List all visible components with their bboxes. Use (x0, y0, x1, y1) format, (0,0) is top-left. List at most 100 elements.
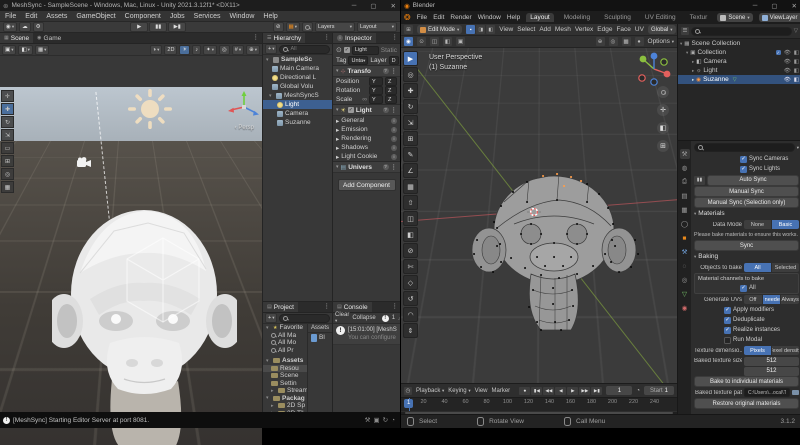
disable-render-icon[interactable]: ◧ (794, 59, 799, 65)
pause-icon[interactable]: ▮▮ (694, 175, 705, 185)
2d-toggle[interactable]: 2D (164, 44, 178, 55)
knife-tool-icon[interactable]: ✄ (403, 259, 418, 274)
grid-snapping-dropdown[interactable]: ▦ ▾ (34, 44, 50, 55)
show-gizmo-icon[interactable]: ⊕ (595, 37, 605, 46)
menu-view[interactable]: View (499, 26, 513, 33)
play-icon[interactable]: ▶ (567, 386, 579, 395)
outliner-suzanne[interactable]: ▸ ◉ Suzanne ▽ 👁 ◧ (678, 75, 800, 84)
output-tab-icon[interactable]: ⎙ (680, 177, 690, 187)
scene-lighting-toggle[interactable]: ☀ (179, 44, 191, 55)
step-button[interactable]: ▶▮ (168, 22, 187, 32)
transform-tool-icon[interactable]: ⊞ (403, 131, 418, 146)
data-mode-none[interactable]: None (744, 220, 771, 229)
menu-services[interactable]: Services (194, 13, 221, 20)
search-button[interactable] (302, 22, 313, 32)
baked-size-y-field[interactable]: 512 (744, 366, 799, 376)
cursor-tool-icon[interactable]: ◎ (403, 67, 418, 82)
dimension-texel-density[interactable]: Texel density (772, 346, 799, 355)
hierarchy-item-directional-light[interactable]: Directional L (263, 73, 332, 82)
outliner-light[interactable]: ▸ ☼ Light 👁 ◧ (678, 66, 800, 75)
hierarchy-item-meshsync-server[interactable]: ▾ MeshSyncS (263, 91, 332, 100)
deduplicate-checkbox[interactable]: ✓ (724, 316, 731, 324)
transform-orientation-dropdown[interactable]: Global ▾ (647, 25, 676, 34)
mode-dropdown[interactable]: Edit Mode ▾ (417, 25, 463, 34)
menu-help[interactable]: Help (263, 13, 277, 20)
hierarchy-item-camera[interactable]: Camera (263, 109, 332, 118)
close-icon[interactable]: ✕ (792, 2, 797, 10)
layer-dropdown[interactable]: D (388, 56, 399, 65)
annotate-tool-icon[interactable]: ✎ (403, 147, 418, 162)
uvs-always[interactable]: Always (781, 295, 799, 304)
loop-cut-tool-icon[interactable]: ⊘ (403, 243, 418, 258)
hierarchy-item-light[interactable]: Light (263, 100, 332, 109)
panel-menu-icon[interactable]: ⋮ (324, 302, 333, 312)
menu-window[interactable]: Window (478, 14, 501, 21)
bake-individual-button[interactable]: Bake to individual materials (694, 376, 799, 387)
timeline-editor-dropdown[interactable]: ◷ (404, 386, 412, 395)
mirror-x-icon[interactable]: ◫ (430, 37, 439, 46)
package-manager-button[interactable]: ▦ ▾ (285, 22, 300, 32)
outliner-camera[interactable]: ▸ ◧ Camera 👁 ◧ (678, 57, 800, 66)
effects-dropdown[interactable]: ✦ ▾ (203, 44, 217, 55)
hide-eye-icon[interactable]: 👁 (784, 59, 791, 65)
xray-toggle-icon[interactable]: ▩ (621, 37, 631, 46)
tab-scene[interactable]: ▦ Scene (0, 33, 34, 43)
menu-uv[interactable]: UV (635, 26, 644, 33)
add-cube-tool-icon[interactable]: ▦ (403, 179, 418, 194)
use-preview-range-icon[interactable]: ◔ (636, 388, 640, 394)
hide-eye-icon[interactable]: 👁 (784, 68, 791, 74)
spin-tool-icon[interactable]: ↺ (403, 291, 418, 306)
tool-handle-rotation-dropdown[interactable]: ◧ ▾ (18, 44, 33, 55)
scale-z-field[interactable]: Z (385, 95, 397, 104)
status-cache-icon[interactable]: ▣ (373, 416, 379, 424)
project-file-item[interactable]: Bl (308, 333, 332, 342)
create-button[interactable]: + ▾ (265, 313, 278, 323)
disable-render-icon[interactable]: ◧ (794, 77, 799, 83)
start-frame-field[interactable]: Start 1 (644, 386, 674, 395)
hierarchy-item-suzanne[interactable]: Suzanne (263, 118, 332, 127)
minimize-icon[interactable]: ─ (352, 2, 357, 9)
object-tab-icon[interactable]: ■ (680, 233, 690, 243)
sync-cameras-checkbox[interactable]: ✓ (740, 155, 747, 163)
maximize-icon[interactable]: ▢ (771, 2, 777, 10)
scene-gizmo-persp-label[interactable]: ‹ Persp (235, 125, 254, 131)
hierarchy-search-input[interactable] (279, 44, 330, 54)
folder-settings[interactable]: Settin (263, 380, 307, 388)
layers-dropdown[interactable]: Layers ▾ (315, 22, 355, 32)
outliner-filter-icon[interactable]: ▽ (794, 28, 798, 34)
panel-menu-icon[interactable]: ⋮ (392, 33, 401, 43)
panel-menu-icon[interactable]: ⋮ (392, 302, 401, 312)
light-section-shadows[interactable]: ▸ Shadows i (333, 143, 400, 152)
grid-visibility-dropdown[interactable]: # ▾ (231, 44, 245, 55)
scale-tool-icon[interactable]: ⇲ (403, 115, 418, 130)
unity-scene-viewport[interactable]: ‹ Persp ✛ ✚ ↻ ⇲ ▭ ⊞ ◎ ▦ (0, 87, 262, 445)
project-search-input[interactable] (279, 313, 330, 323)
current-frame-field[interactable]: 1 (606, 386, 633, 395)
tab-game[interactable]: ◉ Game (33, 33, 65, 43)
status-progress-icon[interactable]: ◔ (391, 417, 395, 424)
services-gear-button[interactable]: ⚙ (32, 22, 44, 32)
menu-gameobject[interactable]: GameObject (76, 13, 115, 20)
light-section-general[interactable]: ▸ General i (333, 116, 400, 125)
apply-modifiers-checkbox[interactable]: ✓ (724, 306, 731, 314)
workspace-tab-modeling[interactable]: Modeling (560, 13, 594, 22)
tool-handle-pivot-dropdown[interactable]: ▣ ▾ (2, 44, 17, 55)
menu-edit[interactable]: Edit (433, 14, 444, 21)
navigation-gizmo[interactable] (637, 52, 671, 86)
menu-edit[interactable]: Edit (25, 13, 37, 20)
close-icon[interactable]: ✕ (391, 2, 396, 10)
menu-help[interactable]: Help (507, 14, 520, 21)
material-tab-icon[interactable]: ◉ (680, 303, 690, 313)
workspace-tab-texture-paint[interactable]: Textur (686, 13, 712, 22)
smooth-tool-icon[interactable]: ◠ (403, 307, 418, 322)
menu-add[interactable]: Add (539, 26, 551, 33)
bevel-tool-icon[interactable]: ◧ (403, 227, 418, 242)
console-clear-button[interactable]: Clear ▾ (335, 312, 349, 324)
blender-3d-viewport[interactable]: User Perspective (1) Suzanne ▶ ◎ ✚ ↻ ⇲ ⊞… (401, 48, 677, 383)
menu-file[interactable]: File (5, 13, 16, 20)
hierarchy-item-global-volume[interactable]: Global Volu (263, 82, 332, 91)
workspace-tab-layout[interactable]: Layout (526, 13, 554, 22)
suzanne-editmesh[interactable] (469, 162, 644, 337)
folder-browse-icon[interactable] (792, 390, 799, 395)
scene-selector[interactable]: Scene ▾ (717, 13, 753, 22)
